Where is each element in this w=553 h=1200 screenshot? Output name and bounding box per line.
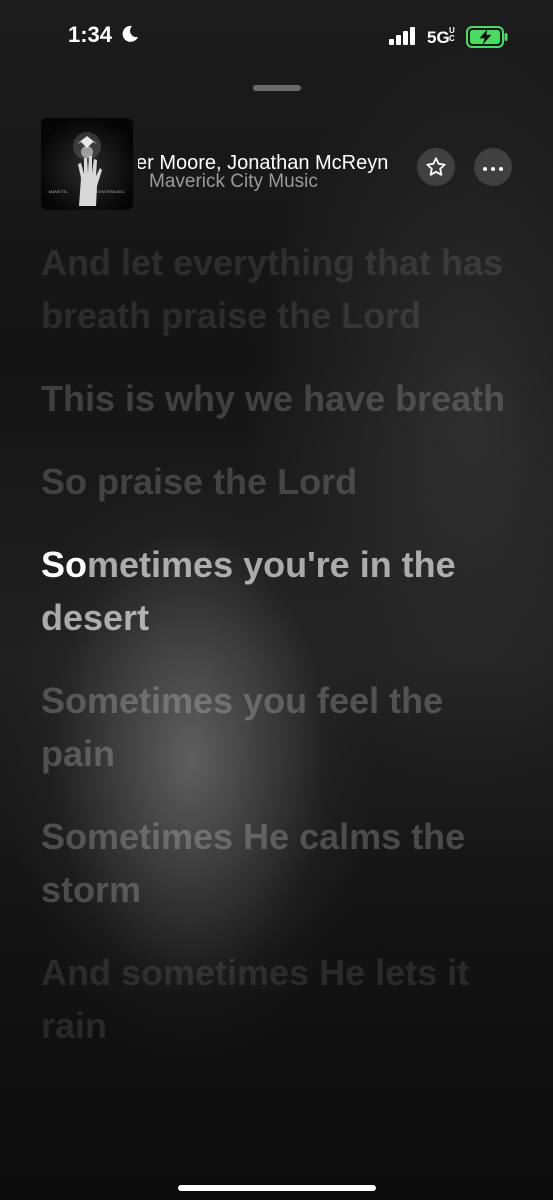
album-art-right-text: TONTEMUSIC <box>95 189 125 194</box>
album-artwork[interactable]: MAVETIL TONTEMUSIC <box>41 118 133 210</box>
sheet-grabber[interactable] <box>253 85 301 91</box>
moon-icon <box>122 25 138 42</box>
network-sub-bottom: C <box>449 34 455 43</box>
cellular-signal-icon <box>389 27 415 45</box>
lyric-line[interactable]: And sometimes He lets it rain <box>41 946 521 1052</box>
lyric-line[interactable]: This is why we have breath <box>41 372 521 425</box>
album-name[interactable]: Maverick City Music <box>149 171 318 193</box>
lyric-line[interactable]: And let everything that has breath prais… <box>41 236 521 342</box>
status-bar: 1:34 5G U C <box>0 0 553 76</box>
ellipsis-icon <box>481 158 505 176</box>
network-type: 5G <box>427 28 450 47</box>
star-icon <box>426 157 446 176</box>
album-art-left-text: MAVETIL <box>49 189 68 194</box>
favorite-button[interactable] <box>417 148 455 186</box>
lyrics-list: And let everything that has breath prais… <box>41 236 521 1082</box>
status-time: 1:34 <box>68 22 113 47</box>
home-indicator[interactable] <box>178 1185 376 1191</box>
lyric-line[interactable]: So praise the Lord <box>41 455 521 508</box>
lyric-line-current[interactable]: Sometimes you're in the desert <box>41 538 521 644</box>
more-options-button[interactable] <box>474 148 512 186</box>
album-artwork-graphic <box>73 132 102 206</box>
lyric-unsung-portion: metimes you're in the desert <box>41 544 456 638</box>
lyric-line[interactable]: Sometimes He calms the storm <box>41 810 521 916</box>
lyric-sung-portion: So <box>41 544 88 585</box>
network-subscript: U C <box>449 27 455 43</box>
battery-charging-icon <box>466 26 508 48</box>
lyric-line[interactable]: Sometimes you feel the pain <box>41 674 521 780</box>
